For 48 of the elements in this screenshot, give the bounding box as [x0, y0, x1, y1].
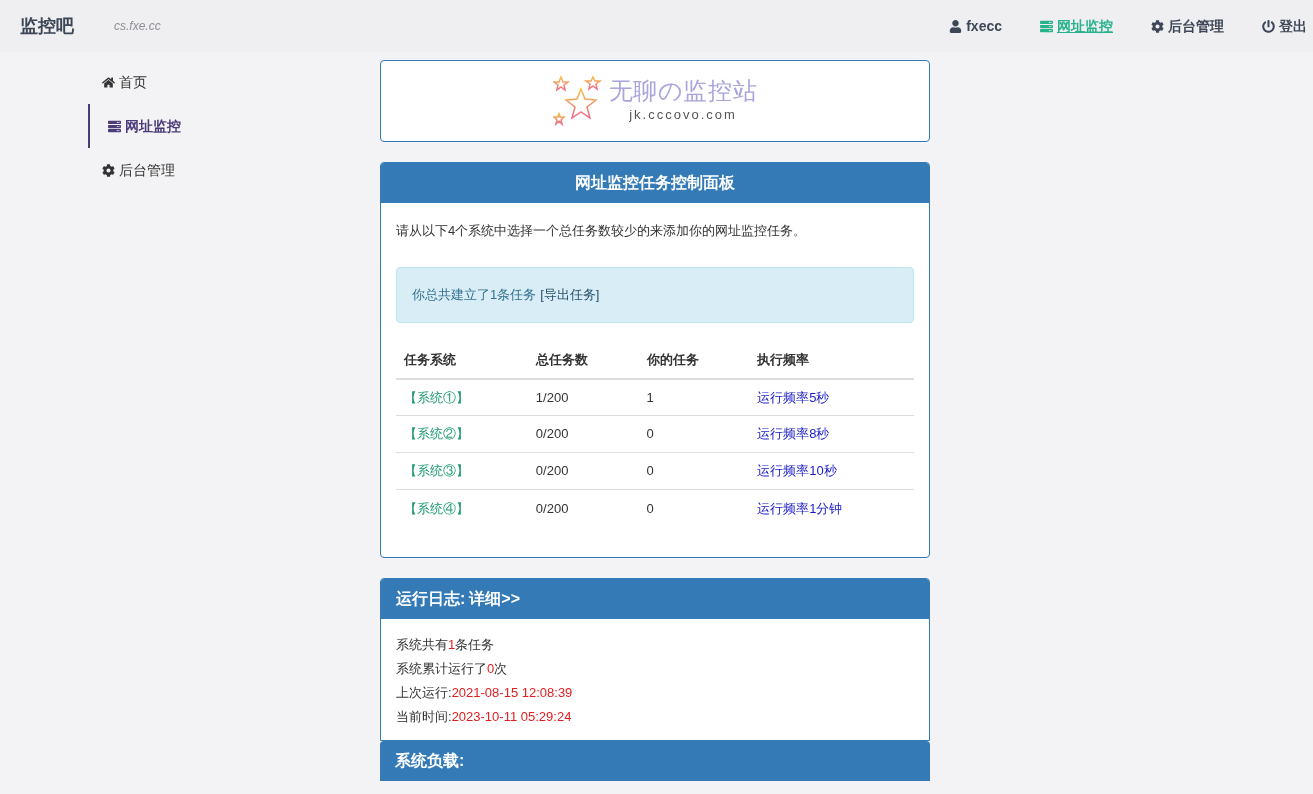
- nav-link[interactable]: 后台管理: [1151, 15, 1224, 37]
- server-icon: [1040, 19, 1053, 33]
- system-link[interactable]: 【系统④】: [396, 489, 528, 527]
- table-cell: 0: [638, 489, 750, 527]
- column-header: 执行频率: [749, 342, 914, 379]
- sidebar-item[interactable]: 首页: [88, 60, 380, 104]
- user-icon: [949, 19, 963, 33]
- details-link[interactable]: 详细>>: [469, 586, 520, 611]
- home-icon: [102, 75, 115, 89]
- table-cell: 0: [638, 415, 750, 453]
- logo-url: jk.cccovo.com: [629, 106, 737, 125]
- load-title: 系统负载:: [395, 750, 465, 771]
- server-icon: [108, 119, 121, 133]
- column-header: 总任务数: [527, 342, 639, 379]
- brand-title[interactable]: 监控吧: [20, 12, 74, 40]
- log-line: 上次运行:2021-08-15 12:08:39: [396, 683, 574, 702]
- table-cell: 0/200: [527, 452, 639, 490]
- nav-link[interactable]: 登出: [1262, 15, 1307, 37]
- panel-title: 网址监控任务控制面板: [575, 173, 735, 193]
- power-icon: [1262, 19, 1275, 33]
- table-cell: 0/200: [527, 489, 639, 527]
- gear-icon: [1151, 19, 1164, 33]
- system-link[interactable]: 【系统②】: [396, 415, 528, 453]
- system-link[interactable]: 【系统③】: [396, 452, 528, 490]
- table-cell: 1: [638, 378, 750, 416]
- gear-icon: [102, 163, 115, 177]
- log-line: 系统累计运行了0次: [396, 659, 509, 678]
- frequency-link[interactable]: 运行频率1分钟: [749, 489, 914, 527]
- log-line: 当前时间:2023-10-11 05:29:24: [396, 707, 573, 726]
- intro-text: 请从以下4个系统中选择一个总任务数较少的来添加你的网址监控任务。: [396, 222, 808, 240]
- export-link[interactable]: [导出任务]: [540, 284, 600, 305]
- logo-title: 无聊の监控站: [608, 77, 758, 106]
- column-header: 任务系统: [396, 342, 528, 379]
- site-domain: cs.fxe.cc: [114, 18, 161, 35]
- system-link[interactable]: 【系统①】: [396, 378, 528, 416]
- frequency-link[interactable]: 运行频率5秒: [749, 378, 914, 416]
- log-title: 运行日志:: [396, 588, 466, 609]
- frequency-link[interactable]: 运行频率8秒: [749, 415, 914, 453]
- alert-text: 你总共建立了1条任务: [412, 285, 537, 304]
- stars-logo-icon: [552, 75, 605, 127]
- log-line: 系统共有1条任务: [396, 635, 496, 654]
- table-cell: 1/200: [527, 378, 639, 416]
- table-cell: 0/200: [527, 415, 639, 453]
- frequency-link[interactable]: 运行频率10秒: [749, 452, 914, 490]
- nav-link[interactable]: fxecc: [949, 15, 1002, 37]
- table-cell: 0: [638, 452, 750, 490]
- sidebar-item[interactable]: 后台管理: [88, 148, 380, 192]
- column-header: 你的任务: [638, 342, 750, 379]
